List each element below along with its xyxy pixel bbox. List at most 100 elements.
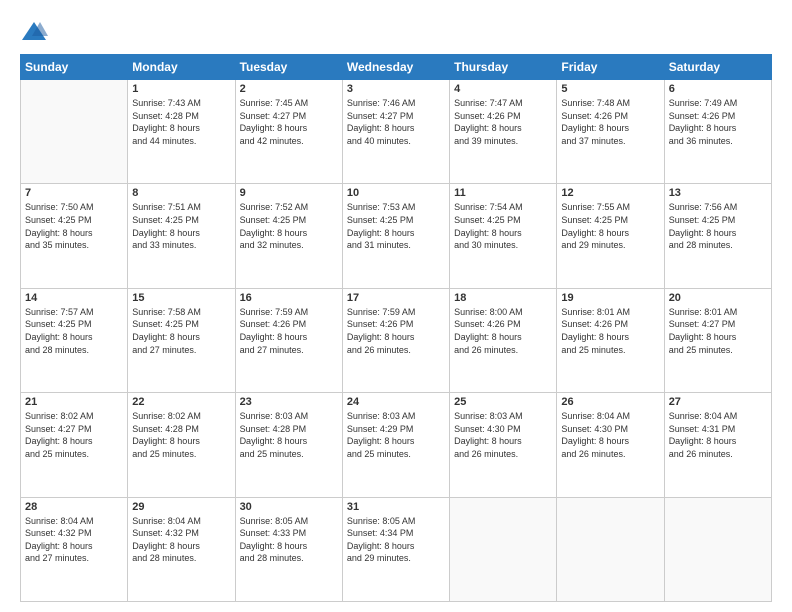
calendar-cell: 31 Sunrise: 8:05 AM Sunset: 4:34 PM Dayli… bbox=[342, 497, 449, 601]
day-info: Sunrise: 8:03 AM Sunset: 4:29 PM Dayligh… bbox=[347, 410, 445, 460]
day-info: Sunrise: 8:02 AM Sunset: 4:28 PM Dayligh… bbox=[132, 410, 230, 460]
day-info: Sunrise: 7:57 AM Sunset: 4:25 PM Dayligh… bbox=[25, 306, 123, 356]
calendar-week-row: 7 Sunrise: 7:50 AM Sunset: 4:25 PM Daylig… bbox=[21, 184, 772, 288]
calendar-cell: 3 Sunrise: 7:46 AM Sunset: 4:27 PM Daylig… bbox=[342, 80, 449, 184]
day-number: 9 bbox=[240, 187, 338, 199]
day-number: 10 bbox=[347, 187, 445, 199]
calendar-cell bbox=[664, 497, 771, 601]
day-info: Sunrise: 8:05 AM Sunset: 4:33 PM Dayligh… bbox=[240, 515, 338, 565]
top-section bbox=[20, 18, 772, 46]
calendar-cell: 28 Sunrise: 8:04 AM Sunset: 4:32 PM Dayli… bbox=[21, 497, 128, 601]
day-number: 8 bbox=[132, 187, 230, 199]
calendar-week-row: 28 Sunrise: 8:04 AM Sunset: 4:32 PM Dayli… bbox=[21, 497, 772, 601]
calendar-cell: 6 Sunrise: 7:49 AM Sunset: 4:26 PM Daylig… bbox=[664, 80, 771, 184]
calendar-cell: 13Sunrise: 7:56 AM Sunset: 4:25 PM Dayli… bbox=[664, 184, 771, 288]
day-number: 5 bbox=[561, 83, 659, 95]
day-number: 26 bbox=[561, 396, 659, 408]
calendar-week-row: 21Sunrise: 8:02 AM Sunset: 4:27 PM Dayli… bbox=[21, 393, 772, 497]
day-info: Sunrise: 8:01 AM Sunset: 4:27 PM Dayligh… bbox=[669, 306, 767, 356]
calendar-cell bbox=[557, 497, 664, 601]
day-info: Sunrise: 7:59 AM Sunset: 4:26 PM Dayligh… bbox=[240, 306, 338, 356]
calendar-cell: 1Sunrise: 7:43 AM Sunset: 4:28 PM Daylig… bbox=[128, 80, 235, 184]
calendar-cell: 18Sunrise: 8:00 AM Sunset: 4:26 PM Dayli… bbox=[450, 288, 557, 392]
weekday-header: Wednesday bbox=[342, 55, 449, 80]
calendar-cell: 14 Sunrise: 7:57 AM Sunset: 4:25 PM Dayli… bbox=[21, 288, 128, 392]
day-info: Sunrise: 7:59 AM Sunset: 4:26 PM Dayligh… bbox=[347, 306, 445, 356]
day-number: 6 bbox=[669, 83, 767, 95]
day-info: Sunrise: 7:50 AM Sunset: 4:25 PM Dayligh… bbox=[25, 201, 123, 251]
day-info: Sunrise: 8:03 AM Sunset: 4:28 PM Dayligh… bbox=[240, 410, 338, 460]
calendar-cell: 23 Sunrise: 8:03 AM Sunset: 4:28 PM Dayli… bbox=[235, 393, 342, 497]
weekday-header: Saturday bbox=[664, 55, 771, 80]
day-info: Sunrise: 8:01 AM Sunset: 4:26 PM Dayligh… bbox=[561, 306, 659, 356]
day-info: Sunrise: 7:48 AM Sunset: 4:26 PM Dayligh… bbox=[561, 97, 659, 147]
calendar-cell: 12Sunrise: 7:55 AM Sunset: 4:25 PM Dayli… bbox=[557, 184, 664, 288]
calendar-table: SundayMondayTuesdayWednesdayThursdayFrid… bbox=[20, 54, 772, 602]
day-number: 22 bbox=[132, 396, 230, 408]
day-info: Sunrise: 8:04 AM Sunset: 4:32 PM Dayligh… bbox=[25, 515, 123, 565]
calendar-cell: 2Sunrise: 7:45 AM Sunset: 4:27 PM Daylig… bbox=[235, 80, 342, 184]
calendar-cell: 7 Sunrise: 7:50 AM Sunset: 4:25 PM Daylig… bbox=[21, 184, 128, 288]
day-number: 2 bbox=[240, 83, 338, 95]
day-number: 31 bbox=[347, 501, 445, 513]
page: SundayMondayTuesdayWednesdayThursdayFrid… bbox=[0, 0, 792, 612]
calendar-week-row: 14 Sunrise: 7:57 AM Sunset: 4:25 PM Dayli… bbox=[21, 288, 772, 392]
day-number: 30 bbox=[240, 501, 338, 513]
day-info: Sunrise: 8:04 AM Sunset: 4:30 PM Dayligh… bbox=[561, 410, 659, 460]
calendar-cell bbox=[450, 497, 557, 601]
day-number: 15 bbox=[132, 292, 230, 304]
day-number: 14 bbox=[25, 292, 123, 304]
logo-icon bbox=[20, 18, 48, 46]
weekday-header: Friday bbox=[557, 55, 664, 80]
calendar-cell: 5 Sunrise: 7:48 AM Sunset: 4:26 PM Daylig… bbox=[557, 80, 664, 184]
day-info: Sunrise: 7:47 AM Sunset: 4:26 PM Dayligh… bbox=[454, 97, 552, 147]
day-info: Sunrise: 7:53 AM Sunset: 4:25 PM Dayligh… bbox=[347, 201, 445, 251]
day-number: 28 bbox=[25, 501, 123, 513]
header-row: SundayMondayTuesdayWednesdayThursdayFrid… bbox=[21, 55, 772, 80]
calendar-cell: 27 Sunrise: 8:04 AM Sunset: 4:31 PM Dayli… bbox=[664, 393, 771, 497]
calendar-cell: 10 Sunrise: 7:53 AM Sunset: 4:25 PM Dayli… bbox=[342, 184, 449, 288]
calendar-cell: 20 Sunrise: 8:01 AM Sunset: 4:27 PM Dayli… bbox=[664, 288, 771, 392]
day-info: Sunrise: 7:55 AM Sunset: 4:25 PM Dayligh… bbox=[561, 201, 659, 251]
day-number: 17 bbox=[347, 292, 445, 304]
day-info: Sunrise: 8:05 AM Sunset: 4:34 PM Dayligh… bbox=[347, 515, 445, 565]
day-number: 3 bbox=[347, 83, 445, 95]
calendar-cell: 30 Sunrise: 8:05 AM Sunset: 4:33 PM Dayli… bbox=[235, 497, 342, 601]
calendar-cell: 21Sunrise: 8:02 AM Sunset: 4:27 PM Dayli… bbox=[21, 393, 128, 497]
weekday-header: Tuesday bbox=[235, 55, 342, 80]
day-number: 23 bbox=[240, 396, 338, 408]
calendar-week-row: 1Sunrise: 7:43 AM Sunset: 4:28 PM Daylig… bbox=[21, 80, 772, 184]
day-number: 19 bbox=[561, 292, 659, 304]
day-info: Sunrise: 8:04 AM Sunset: 4:32 PM Dayligh… bbox=[132, 515, 230, 565]
day-info: Sunrise: 7:43 AM Sunset: 4:28 PM Dayligh… bbox=[132, 97, 230, 147]
day-number: 27 bbox=[669, 396, 767, 408]
weekday-header: Thursday bbox=[450, 55, 557, 80]
calendar-cell: 25Sunrise: 8:03 AM Sunset: 4:30 PM Dayli… bbox=[450, 393, 557, 497]
day-number: 16 bbox=[240, 292, 338, 304]
calendar-cell: 26 Sunrise: 8:04 AM Sunset: 4:30 PM Dayli… bbox=[557, 393, 664, 497]
calendar-cell: 11Sunrise: 7:54 AM Sunset: 4:25 PM Dayli… bbox=[450, 184, 557, 288]
logo bbox=[20, 18, 52, 46]
calendar-cell: 29 Sunrise: 8:04 AM Sunset: 4:32 PM Dayli… bbox=[128, 497, 235, 601]
calendar-cell: 22 Sunrise: 8:02 AM Sunset: 4:28 PM Dayli… bbox=[128, 393, 235, 497]
day-number: 20 bbox=[669, 292, 767, 304]
day-info: Sunrise: 7:49 AM Sunset: 4:26 PM Dayligh… bbox=[669, 97, 767, 147]
day-info: Sunrise: 8:03 AM Sunset: 4:30 PM Dayligh… bbox=[454, 410, 552, 460]
day-number: 11 bbox=[454, 187, 552, 199]
calendar-cell: 16 Sunrise: 7:59 AM Sunset: 4:26 PM Dayli… bbox=[235, 288, 342, 392]
calendar-cell: 19 Sunrise: 8:01 AM Sunset: 4:26 PM Dayli… bbox=[557, 288, 664, 392]
day-info: Sunrise: 8:04 AM Sunset: 4:31 PM Dayligh… bbox=[669, 410, 767, 460]
calendar-cell: 9 Sunrise: 7:52 AM Sunset: 4:25 PM Daylig… bbox=[235, 184, 342, 288]
calendar-cell bbox=[21, 80, 128, 184]
calendar-cell: 8Sunrise: 7:51 AM Sunset: 4:25 PM Daylig… bbox=[128, 184, 235, 288]
weekday-header: Monday bbox=[128, 55, 235, 80]
calendar-cell: 17 Sunrise: 7:59 AM Sunset: 4:26 PM Dayli… bbox=[342, 288, 449, 392]
day-number: 29 bbox=[132, 501, 230, 513]
day-info: Sunrise: 8:00 AM Sunset: 4:26 PM Dayligh… bbox=[454, 306, 552, 356]
day-number: 24 bbox=[347, 396, 445, 408]
day-number: 13 bbox=[669, 187, 767, 199]
day-info: Sunrise: 7:52 AM Sunset: 4:25 PM Dayligh… bbox=[240, 201, 338, 251]
day-info: Sunrise: 7:46 AM Sunset: 4:27 PM Dayligh… bbox=[347, 97, 445, 147]
day-number: 21 bbox=[25, 396, 123, 408]
day-number: 7 bbox=[25, 187, 123, 199]
